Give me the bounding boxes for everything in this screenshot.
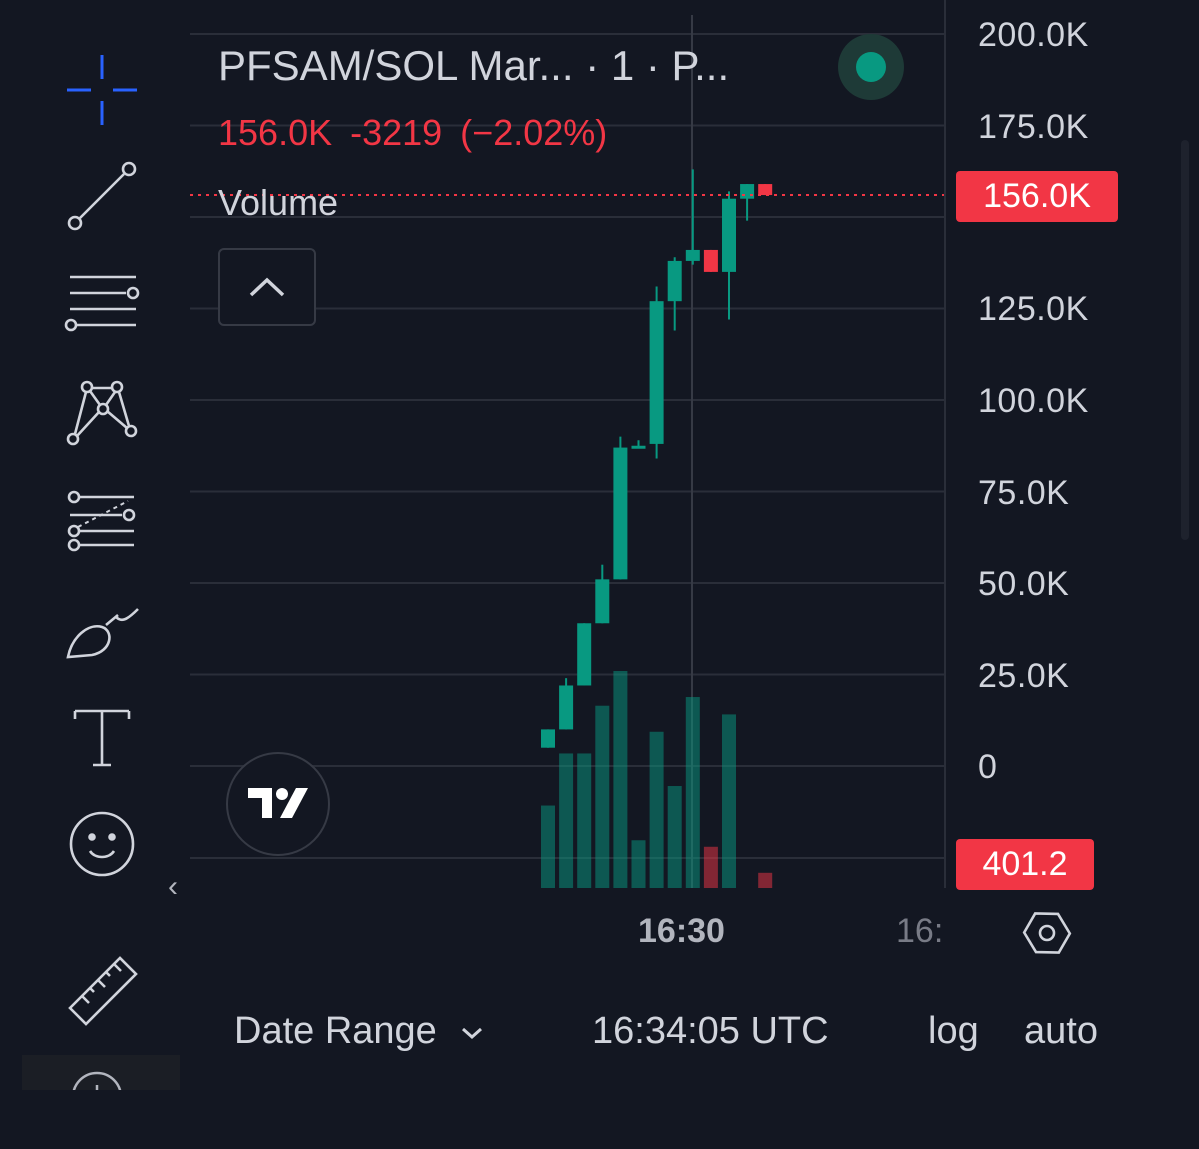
volume-bar — [613, 671, 628, 888]
chevron-down-icon — [462, 1027, 483, 1039]
brush-icon — [66, 608, 139, 659]
market-open-dot-icon — [856, 52, 886, 82]
price-axis-label: 100.0K — [978, 382, 1089, 420]
candle-body — [631, 445, 646, 449]
price-axis-label: 75.0K — [978, 474, 1070, 512]
candle-body — [685, 249, 700, 261]
price-axis-label: 50.0K — [978, 565, 1070, 603]
market-status-indicator[interactable] — [838, 34, 904, 100]
drawing-toolbar — [0, 0, 190, 1100]
date-range-label: Date Range — [234, 1010, 437, 1052]
candle-body — [541, 729, 555, 748]
volume-bar — [559, 753, 574, 888]
time-axis-label: 16:30 — [638, 912, 725, 950]
smiley-icon — [69, 811, 135, 877]
fib-retracement-icon — [67, 490, 136, 552]
price-axis-label: 25.0K — [978, 657, 1070, 695]
candle-body — [703, 249, 718, 272]
volume-indicator-label[interactable]: Volume — [218, 182, 338, 224]
volume-bar — [685, 697, 700, 888]
price-axis-divider — [944, 0, 946, 888]
horizontal-lines-icon — [64, 275, 140, 332]
tradingview-logo[interactable] — [226, 752, 330, 856]
ruler-icon — [68, 956, 138, 1026]
chart-settings-button[interactable] — [1022, 908, 1072, 963]
candle-body — [559, 685, 574, 730]
candle-body — [758, 184, 773, 196]
more-tools-icon — [72, 1071, 122, 1090]
candle-body — [722, 198, 736, 272]
current-price-tag: 156.0K — [956, 171, 1118, 222]
candle-body — [740, 184, 755, 199]
price-axis-label: 125.0K — [978, 290, 1089, 328]
collapse-legend-button[interactable] — [218, 248, 316, 326]
fib-retracement-tool-button[interactable] — [58, 480, 146, 560]
candle-body — [613, 447, 628, 580]
crosshair-tool-button[interactable] — [58, 50, 146, 130]
text-icon — [73, 709, 131, 767]
pattern-icon — [66, 380, 138, 446]
utc-clock[interactable]: 16:34:05 UTC — [592, 1010, 829, 1053]
text-tool-button[interactable] — [58, 696, 146, 776]
crosshair-icon — [67, 55, 137, 125]
collapse-toolbar-chevron-icon[interactable]: ‹ — [168, 870, 178, 904]
symbol-title[interactable]: PFSAM/SOL Mar... · 1 · P... — [218, 42, 729, 90]
ruler-tool-button[interactable] — [58, 950, 146, 1030]
current-volume-tag: 401.2 — [956, 839, 1094, 890]
candle-body — [595, 579, 610, 624]
volume-bar — [541, 805, 555, 888]
time-axis-label: 16: — [896, 912, 944, 950]
horizontal-lines-tool-button[interactable] — [58, 264, 146, 344]
pattern-tool-button[interactable] — [58, 372, 146, 452]
brush-tool-button[interactable] — [58, 590, 146, 670]
toolbar-more-panel[interactable] — [22, 1055, 180, 1090]
price-axis-label: 0 — [978, 748, 998, 786]
trend-line-tool-button[interactable] — [58, 156, 146, 236]
volume-bar — [758, 872, 773, 888]
volume-bars — [541, 671, 773, 888]
volume-bar — [722, 714, 736, 888]
candle-body — [649, 301, 664, 444]
volume-bar — [649, 731, 664, 888]
volume-bar — [703, 846, 718, 888]
log-scale-toggle[interactable]: log — [928, 1010, 979, 1053]
emoji-tool-button[interactable] — [58, 804, 146, 884]
tradingview-logo-icon — [248, 788, 308, 818]
volume-bar — [577, 753, 592, 888]
page-scrollbar[interactable] — [1181, 140, 1189, 540]
candles — [541, 169, 773, 748]
volume-bar — [631, 840, 646, 888]
candle-body — [667, 260, 682, 302]
auto-scale-toggle[interactable]: auto — [1024, 1010, 1098, 1053]
volume-bar — [595, 705, 610, 888]
settings-hexagon-icon — [1022, 912, 1072, 954]
ohlc-change-values: 156.0K -3219 (−2.02%) — [218, 112, 608, 153]
price-axis-label: 175.0K — [978, 108, 1089, 146]
chevron-up-icon — [249, 277, 285, 297]
trend-line-icon — [67, 161, 137, 231]
grid-lines — [190, 33, 945, 859]
date-range-button[interactable]: Date Range — [234, 1010, 485, 1053]
candle-body — [577, 623, 592, 686]
volume-bar — [667, 786, 682, 888]
price-axis-label: 200.0K — [978, 16, 1089, 54]
